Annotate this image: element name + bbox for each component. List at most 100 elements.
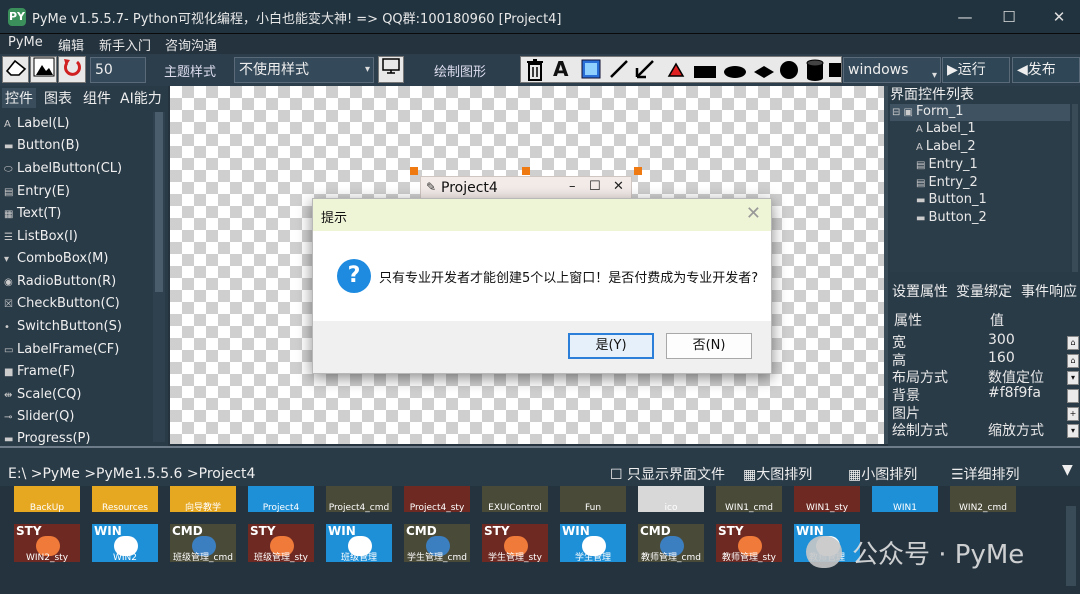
resize-handle[interactable] (634, 167, 642, 175)
screen-icon[interactable] (378, 56, 404, 83)
file-item[interactable]: Fun (560, 486, 626, 514)
file-scrollbar[interactable] (1066, 506, 1076, 586)
left-scrollbar[interactable] (153, 112, 165, 442)
undo-icon[interactable] (58, 56, 86, 83)
tree-scrollbar[interactable] (1072, 104, 1078, 272)
control-item[interactable]: ◉ RadioButton(R) (4, 274, 116, 289)
form-window[interactable]: ✎ Project4 – ☐ ✕ (420, 176, 632, 200)
tab-charts[interactable]: 图表 (44, 88, 72, 108)
file-item[interactable]: CMD 教师管理_cmd (638, 524, 704, 564)
image-person-icon[interactable] (30, 56, 57, 83)
more-tools-icon[interactable] (829, 63, 841, 77)
prop-width-button[interactable]: ⌂ (1067, 336, 1079, 350)
file-item[interactable]: WIN 学生管理 (560, 524, 626, 564)
file-item[interactable]: 向导教学 (170, 486, 236, 514)
resize-handle[interactable] (522, 167, 530, 175)
circle-tool-icon[interactable] (779, 60, 799, 89)
form-minimize-button[interactable]: – (569, 179, 576, 194)
file-item[interactable]: WIN WIN2 (92, 524, 158, 564)
control-item[interactable]: ⊸ Slider(Q) (4, 409, 74, 424)
tree-node[interactable]: ▬ Button_2 (916, 210, 987, 225)
large-icons-button[interactable]: ▦大图排列 (743, 464, 812, 484)
small-icons-button[interactable]: ▦小图排列 (848, 464, 917, 484)
scroll-thumb[interactable] (155, 112, 163, 292)
file-item[interactable]: CMD 班级管理_cmd (170, 524, 236, 564)
only-ui-checkbox[interactable]: ☐ 只显示界面文件 (610, 464, 725, 484)
triangle-tool-icon[interactable] (667, 61, 685, 88)
file-item[interactable]: Resources (92, 486, 158, 514)
tab-properties[interactable]: 设置属性 (892, 281, 948, 301)
file-item[interactable]: WIN 班级管理 (326, 524, 392, 564)
control-item[interactable]: ▭ LabelFrame(CF) (4, 342, 119, 357)
tree-node[interactable]: ▤ Entry_1 (916, 157, 978, 172)
ellipse-tool-icon[interactable] (723, 63, 747, 88)
prop-value[interactable]: 缩放方式 (988, 420, 1044, 440)
size-input[interactable]: 50 (90, 57, 146, 83)
control-item[interactable]: ⇹ Scale(CQ) (4, 387, 81, 402)
control-item[interactable]: ▤ Entry(E) (4, 184, 70, 199)
menu-edit[interactable]: 编辑 (58, 35, 84, 54)
file-item[interactable]: Project4_cmd (326, 486, 392, 514)
tab-ai[interactable]: AI能力 (120, 88, 162, 108)
control-item[interactable]: ■ Frame(F) (4, 364, 75, 379)
chevron-down-icon[interactable]: ▾ (1067, 371, 1079, 385)
no-button[interactable]: 否(N) (666, 333, 752, 359)
file-item[interactable]: STY 学生管理_sty (482, 524, 548, 564)
menu-pyme[interactable]: PyMe (8, 35, 43, 50)
platform-select[interactable]: windows ▾ (843, 57, 941, 83)
collapse-icon[interactable]: ▼ (1062, 462, 1073, 478)
tab-controls[interactable]: 控件 (2, 88, 36, 108)
form-maximize-button[interactable]: ☐ (589, 179, 601, 194)
rectangle-tool-icon[interactable] (693, 63, 717, 88)
text-tool-icon[interactable]: A (553, 57, 568, 82)
control-item[interactable]: A Label(L) (4, 116, 69, 131)
prop-height-button[interactable]: ⌂ (1067, 354, 1079, 368)
control-item[interactable]: • SwitchButton(S) (4, 319, 122, 334)
breadcrumb[interactable]: E:\ >PyMe >PyMe1.5.5.6 >Project4 (8, 466, 255, 482)
prop-value[interactable]: 数值定位 (988, 367, 1044, 387)
tab-events[interactable]: 事件响应 (1021, 281, 1077, 301)
tree-node[interactable]: ▤ Entry_2 (916, 175, 978, 190)
control-item[interactable]: ☒ CheckButton(C) (4, 296, 120, 311)
tab-variable-binding[interactable]: 变量绑定 (956, 281, 1012, 301)
prop-value[interactable]: #f8f9fa (988, 385, 1041, 401)
menu-consult[interactable]: 咨询沟通 (165, 35, 217, 54)
file-item[interactable]: CMD 学生管理_cmd (404, 524, 470, 564)
prop-value[interactable]: 160 (988, 350, 1015, 366)
file-item[interactable]: Project4_sty (404, 486, 470, 514)
prop-bg-button[interactable] (1067, 389, 1079, 403)
file-item[interactable]: WIN2_cmd (950, 486, 1016, 514)
run-button[interactable]: ▶运行 (942, 57, 1010, 83)
add-icon[interactable]: + (1067, 407, 1079, 421)
tab-components[interactable]: 组件 (83, 88, 111, 108)
control-item[interactable]: ▬ Button(B) (4, 138, 80, 153)
eraser-icon[interactable] (2, 56, 29, 83)
tree-node[interactable]: A Label_2 (916, 139, 976, 154)
arrow-tool-icon[interactable] (635, 59, 655, 88)
picture-tool-icon[interactable] (581, 59, 601, 88)
line-tool-icon[interactable] (609, 59, 629, 88)
tree-node-form[interactable]: ⊟ ▣ Form_1 (892, 104, 964, 119)
file-item[interactable]: STY 教师管理_sty (716, 524, 782, 564)
tree-node[interactable]: A Label_1 (916, 121, 976, 136)
theme-select[interactable]: 不使用样式 ▾ (234, 57, 374, 83)
details-button[interactable]: ☰详细排列 (951, 464, 1020, 484)
control-item[interactable]: ☰ ListBox(I) (4, 229, 78, 244)
yes-button[interactable]: 是(Y) (568, 333, 654, 359)
control-item[interactable]: ▦ Text(T) (4, 206, 61, 221)
diamond-tool-icon[interactable] (753, 63, 775, 88)
minimize-button[interactable]: — (950, 6, 980, 28)
menu-beginner[interactable]: 新手入门 (99, 35, 151, 54)
file-item[interactable]: BackUp (14, 486, 80, 514)
control-item[interactable]: ▾ ComboBox(M) (4, 251, 108, 266)
form-close-button[interactable]: ✕ (613, 179, 624, 194)
publish-button[interactable]: ◀发布 (1012, 57, 1080, 83)
file-item[interactable]: WIN1 (872, 486, 938, 514)
dialog-close-icon[interactable]: ✕ (746, 203, 761, 224)
file-item[interactable]: EXUIControl (482, 486, 548, 514)
file-item[interactable]: WIN1_sty (794, 486, 860, 514)
file-item[interactable]: ico (638, 486, 704, 514)
file-item[interactable]: Project4 (248, 486, 314, 514)
maximize-button[interactable]: ☐ (994, 6, 1024, 28)
file-item[interactable]: STY WIN2_sty (14, 524, 80, 564)
